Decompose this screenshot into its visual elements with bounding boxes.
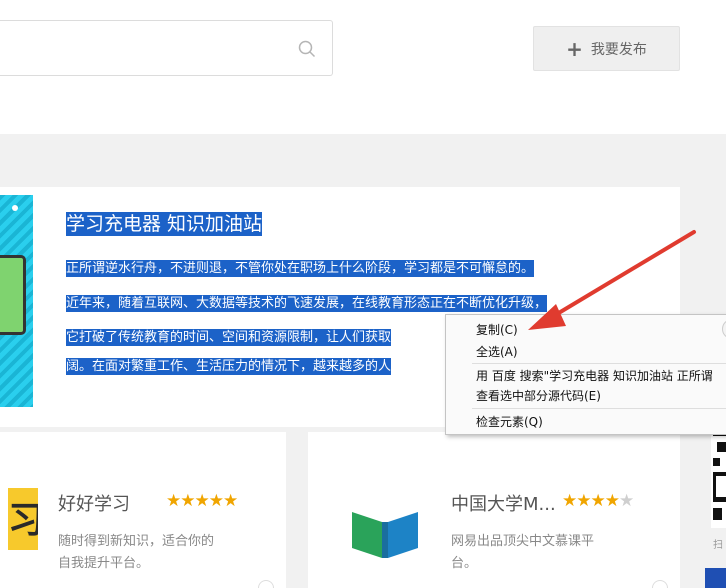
charger-icon	[0, 255, 26, 335]
menu-item-select-all[interactable]: 全选(A)	[476, 344, 518, 360]
banner-dot	[12, 205, 18, 211]
publish-label: 我要发布	[590, 41, 647, 58]
stars-empty: ★	[618, 491, 634, 511]
card-desc-line: 网易出品顶尖中文慕课平	[451, 534, 595, 549]
banner-text-line: 近年来，随着互联网、大数据等技术的飞速发展，在线教育形态正在不断优化升级，	[66, 294, 548, 314]
banner-text-line: 阔。在面对繁重工作、生活压力的情况下，越来越多的人	[66, 357, 392, 377]
menu-item-copy[interactable]: 复制(C)	[476, 322, 518, 338]
menu-separator	[472, 363, 726, 364]
plus-icon: +	[566, 36, 583, 61]
banner-title: 学习充电器 知识加油站	[66, 210, 263, 238]
banner-text-line-1: 正所谓逆水行舟，不进则退，不管你处在职场上什么阶段，学习都是不可懈怠的。	[66, 260, 535, 277]
search-input[interactable]	[0, 20, 333, 76]
haohao-xuexi-logo[interactable]: 习	[8, 488, 38, 550]
stars-filled: ★★★★	[562, 491, 620, 511]
open-book-icon[interactable]	[352, 500, 418, 560]
rating-stars: ★★★★★	[166, 491, 238, 511]
banner-text-line: 正所谓逆水行舟，不进则退，不管你处在职场上什么阶段，学习都是不可懈怠的。	[66, 259, 535, 279]
top-bar: + 我要发布	[0, 0, 726, 134]
banner-title-text: 学习充电器 知识加油站	[66, 212, 263, 236]
card-description: 网易出品顶尖中文慕课平 台。	[451, 531, 594, 575]
menu-item-baidu-search[interactable]: 用 百度 搜索"学习充电器 知识加油站 正所谓	[476, 368, 713, 384]
banner-text-line-4: 阔。在面对繁重工作、生活压力的情况下，越来越多的人	[66, 358, 392, 375]
rating-stars: ★★★★★	[562, 491, 634, 511]
card-description: 随时得到新知识，适合你的 自我提升平台。	[58, 531, 214, 575]
banner-text-line-3: 它打破了传统教育的时间、空间和资源限制，让人们获取	[66, 329, 392, 346]
qr-caption: 扫	[713, 540, 723, 551]
card-desc-line: 自我提升平台。	[58, 556, 150, 571]
context-menu: 复制(C) 全选(A) 用 百度 搜索"学习充电器 知识加油站 正所谓 查看选中…	[445, 314, 726, 435]
card-desc-line: 随时得到新知识，适合你的	[58, 534, 215, 549]
publish-button[interactable]: + 我要发布	[533, 26, 680, 71]
menu-item-view-source[interactable]: 查看选中部分源代码(E)	[476, 388, 601, 404]
card-title[interactable]: 好好学习	[58, 490, 130, 516]
card-desc-line: 台。	[451, 556, 478, 571]
menu-item-inspect[interactable]: 检查元素(Q)	[476, 414, 543, 430]
banner-image[interactable]	[0, 195, 33, 407]
side-tab[interactable]	[705, 568, 726, 588]
menu-circle-icon	[722, 319, 726, 339]
banner-text-line: 它打破了传统教育的时间、空间和资源限制，让人们获取	[66, 328, 392, 348]
menu-separator	[472, 408, 726, 409]
card-title[interactable]: 中国大学M...	[451, 490, 556, 516]
banner-text-line-2: 近年来，随着互联网、大数据等技术的飞速发展，在线教育形态正在不断优化升级，	[66, 295, 548, 312]
search-icon[interactable]	[298, 40, 316, 58]
